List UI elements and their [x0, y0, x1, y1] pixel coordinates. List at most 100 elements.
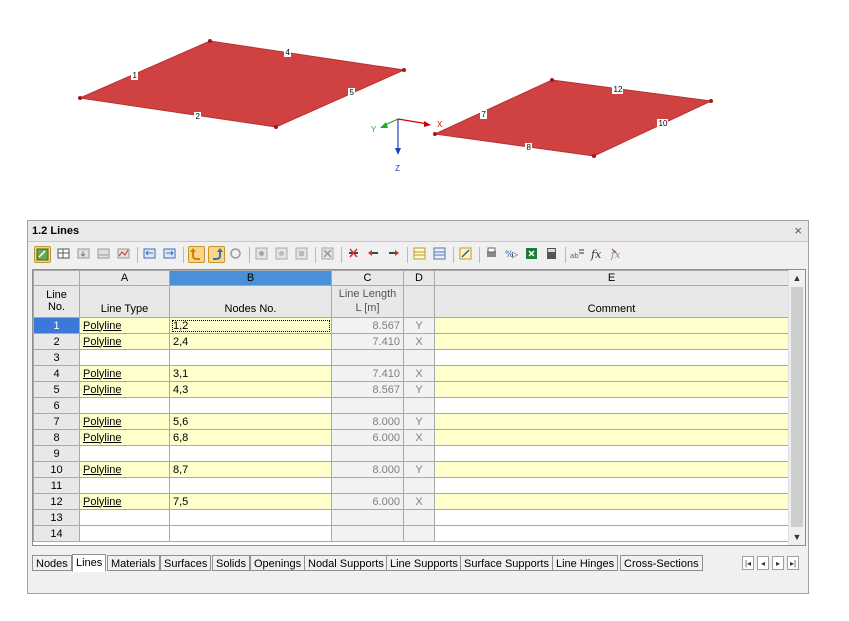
- excel-icon[interactable]: [524, 246, 541, 263]
- table-row[interactable]: 4 Polyline 3,1 7.410 X: [33, 365, 789, 382]
- cell-comment[interactable]: [434, 429, 789, 446]
- column-letter-a[interactable]: A: [79, 270, 170, 286]
- cell-comment[interactable]: [434, 509, 789, 526]
- units-icon[interactable]: % ▷: [504, 246, 521, 263]
- cell-nodes-no[interactable]: 2,4: [169, 333, 332, 350]
- tab-nodes[interactable]: Nodes: [32, 555, 72, 571]
- function-clear-icon[interactable]: fx: [610, 246, 627, 263]
- row-number[interactable]: 9: [33, 445, 80, 462]
- last-tab-icon[interactable]: ▸|: [787, 556, 799, 570]
- cell-line-type[interactable]: Polyline: [79, 365, 170, 382]
- function-icon[interactable]: fx: [590, 246, 607, 263]
- refresh-icon[interactable]: [228, 246, 245, 263]
- cell-comment[interactable]: [434, 413, 789, 430]
- cell-comment[interactable]: [434, 525, 789, 542]
- cell-nodes-no[interactable]: 7,5: [169, 493, 332, 510]
- next-tab-icon[interactable]: ▸: [772, 556, 784, 570]
- tab-solids[interactable]: Solids: [212, 555, 250, 571]
- cell-comment[interactable]: [434, 397, 789, 414]
- vertical-scrollbar[interactable]: ▲ ▼: [788, 270, 805, 545]
- cell-comment[interactable]: [434, 333, 789, 350]
- tab-surfaces[interactable]: Surfaces: [160, 555, 212, 571]
- tab-nodal-supports[interactable]: Nodal Supports: [304, 555, 388, 571]
- table-row[interactable]: 7 Polyline 5,6 8.000 Y: [33, 413, 789, 430]
- cell-line-type[interactable]: [79, 349, 170, 366]
- row-number[interactable]: 6: [33, 397, 80, 414]
- chart-icon[interactable]: [116, 246, 133, 263]
- cell-nodes-no[interactable]: 8,7: [169, 461, 332, 478]
- lines-table[interactable]: A B C D E Line No. Line Type Nodes No. Li…: [32, 269, 806, 546]
- row-number[interactable]: 5: [33, 381, 80, 398]
- cell-line-type[interactable]: Polyline: [79, 381, 170, 398]
- cell-nodes-no[interactable]: 5,6: [169, 413, 332, 430]
- table-row[interactable]: 12 Polyline 7,5 6.000 X: [33, 493, 789, 510]
- cell-line-type[interactable]: [79, 397, 170, 414]
- row-number[interactable]: 12: [33, 493, 80, 510]
- insert-column-left-icon[interactable]: [366, 246, 383, 263]
- table-row[interactable]: 13: [33, 509, 789, 526]
- cell-line-type[interactable]: Polyline: [79, 461, 170, 478]
- cell-nodes-no[interactable]: [169, 349, 332, 366]
- view-icon[interactable]: [294, 246, 311, 263]
- edit-note-icon[interactable]: [458, 246, 475, 263]
- surface-1[interactable]: [78, 40, 406, 128]
- cell-nodes-no[interactable]: 3,1: [169, 365, 332, 382]
- row-number[interactable]: 2: [33, 333, 80, 350]
- format-text-icon[interactable]: ab: [570, 246, 587, 263]
- cell-comment[interactable]: [434, 365, 789, 382]
- table-rows-icon[interactable]: [432, 246, 449, 263]
- insert-column-right-icon[interactable]: [386, 246, 403, 263]
- cell-line-type[interactable]: Polyline: [79, 317, 170, 334]
- cell-line-type[interactable]: [79, 525, 170, 542]
- table-row[interactable]: 8 Polyline 6,8 6.000 X: [33, 429, 789, 446]
- cell-line-type[interactable]: Polyline: [79, 429, 170, 446]
- import-icon[interactable]: [142, 246, 159, 263]
- cell-line-type[interactable]: [79, 445, 170, 462]
- cell-nodes-no[interactable]: [169, 525, 332, 542]
- tab-materials[interactable]: Materials: [107, 555, 160, 571]
- row-number[interactable]: 10: [33, 461, 80, 478]
- cell-comment[interactable]: [434, 445, 789, 462]
- row-number[interactable]: 13: [33, 509, 80, 526]
- cell-comment[interactable]: [434, 381, 789, 398]
- cell-comment[interactable]: [434, 317, 789, 334]
- calculator-icon[interactable]: [544, 246, 561, 263]
- tab-lines[interactable]: Lines: [72, 554, 107, 572]
- table-row[interactable]: 1 Polyline 1,2 8.567 Y: [33, 317, 789, 334]
- filter-icon[interactable]: [274, 246, 291, 263]
- cell-nodes-no[interactable]: 4,3: [169, 381, 332, 398]
- table-row[interactable]: 6: [33, 397, 789, 414]
- close-icon[interactable]: ×: [794, 223, 802, 238]
- table-row[interactable]: 10 Polyline 8,7 8.000 Y: [33, 461, 789, 478]
- row-number[interactable]: 1: [33, 317, 80, 334]
- cell-line-type[interactable]: Polyline: [79, 333, 170, 350]
- cell-line-type[interactable]: Polyline: [79, 413, 170, 430]
- redo-icon[interactable]: [208, 246, 225, 263]
- undo-icon[interactable]: [188, 246, 205, 263]
- cell-nodes-no[interactable]: [169, 397, 332, 414]
- row-number[interactable]: 8: [33, 429, 80, 446]
- delete-icon[interactable]: [320, 246, 337, 263]
- cell-line-type[interactable]: Polyline: [79, 493, 170, 510]
- surface-2[interactable]: [433, 79, 713, 157]
- column-letter-b[interactable]: B: [169, 270, 332, 286]
- column-letter-d[interactable]: D: [403, 270, 435, 286]
- scroll-down-icon[interactable]: ▼: [789, 529, 805, 545]
- cell-nodes-no[interactable]: [169, 477, 332, 494]
- column-letter-c[interactable]: C: [331, 270, 404, 286]
- row-number[interactable]: 7: [33, 413, 80, 430]
- row-number[interactable]: 11: [33, 477, 80, 494]
- prev-tab-icon[interactable]: ◂: [757, 556, 769, 570]
- row-number[interactable]: 14: [33, 525, 80, 542]
- cell-nodes-no[interactable]: [169, 445, 332, 462]
- delete-column-icon[interactable]: [346, 246, 363, 263]
- tab-line-supports[interactable]: Line Supports: [386, 555, 462, 571]
- table-row[interactable]: 2 Polyline 2,4 7.410 X: [33, 333, 789, 350]
- cell-line-type[interactable]: [79, 509, 170, 526]
- scroll-thumb[interactable]: [791, 287, 803, 527]
- select-icon[interactable]: [254, 246, 271, 263]
- table-row[interactable]: 14: [33, 525, 789, 542]
- cell-nodes-no[interactable]: 1,2: [169, 317, 332, 334]
- column-letter-e[interactable]: E: [434, 270, 789, 286]
- cell-comment[interactable]: [434, 493, 789, 510]
